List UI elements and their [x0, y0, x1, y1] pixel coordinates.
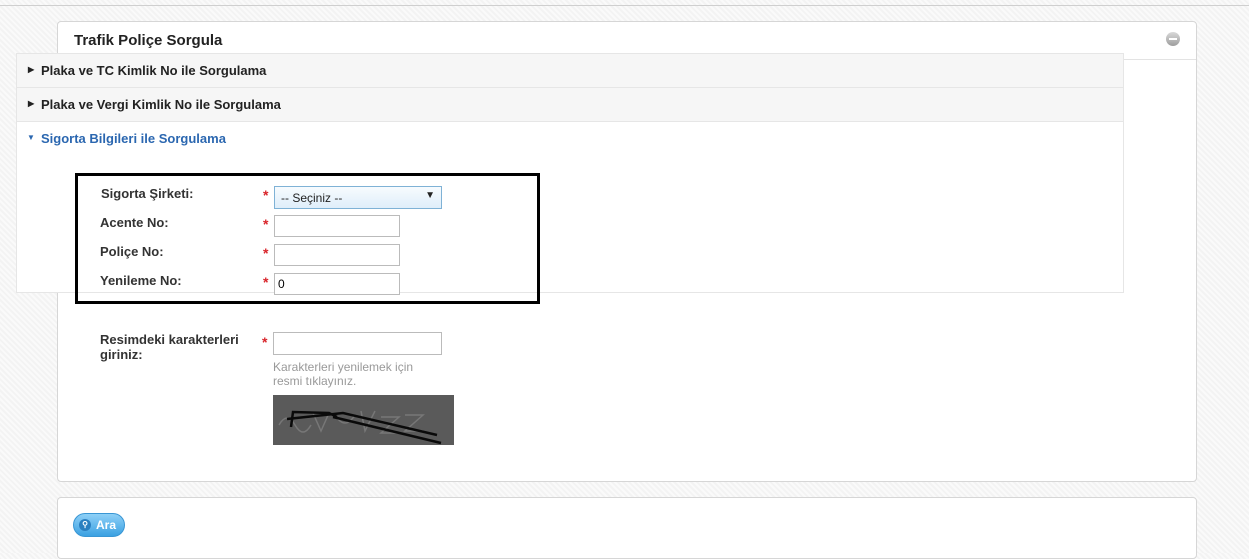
captcha-hint: Karakterleri yenilemek için resmi tıklay…: [273, 360, 414, 388]
captcha-label-line1: Resimdeki karakterleri: [100, 332, 239, 347]
actions-panel: [57, 497, 1197, 559]
accordion-item-sigorta[interactable]: ▼ Sigorta Bilgileri ile Sorgulama: [17, 122, 1123, 156]
search-button-label: Ara: [96, 518, 117, 532]
accordion-item-label: Sigorta Bilgileri ile Sorgulama: [41, 131, 226, 146]
panel-title: Trafik Poliçe Sorgula: [74, 32, 223, 49]
caret-down-icon: ▼: [27, 133, 35, 142]
acente-no-label: Acente No:: [100, 215, 169, 230]
collapse-icon[interactable]: [1166, 32, 1180, 46]
accordion-item-label: Plaka ve TC Kimlik No ile Sorgulama: [41, 63, 267, 78]
captcha-label-line2: giriniz:: [100, 347, 143, 362]
sigorta-sirketi-select[interactable]: -- Seçiniz -- ▼: [274, 186, 442, 209]
captcha-input[interactable]: [273, 332, 442, 355]
search-button[interactable]: ⚲ Ara: [73, 513, 125, 537]
captcha-image[interactable]: [273, 395, 454, 445]
select-value: -- Seçiniz --: [281, 191, 343, 205]
search-icon: ⚲: [79, 519, 91, 531]
captcha-label: Resimdeki karakterleri giriniz:: [100, 332, 239, 362]
required-marker: *: [263, 216, 269, 232]
sigorta-sirketi-label: Sigorta Şirketi:: [101, 186, 194, 201]
required-marker: *: [263, 187, 269, 203]
yenileme-no-label: Yenileme No:: [100, 273, 182, 288]
police-no-input[interactable]: [274, 244, 400, 266]
accordion-item-label: Plaka ve Vergi Kimlik No ile Sorgulama: [41, 97, 281, 112]
required-marker: *: [263, 274, 269, 290]
caret-right-icon: ▶: [28, 99, 35, 108]
police-no-label: Poliçe No:: [100, 244, 164, 259]
chevron-down-icon: ▼: [425, 190, 435, 201]
caret-right-icon: ▶: [28, 65, 35, 74]
acente-no-input[interactable]: [274, 215, 400, 237]
top-divider: [0, 5, 1249, 6]
yenileme-no-input[interactable]: [274, 273, 400, 295]
required-marker: *: [262, 334, 268, 350]
accordion-item-tc[interactable]: ▶ Plaka ve TC Kimlik No ile Sorgulama: [17, 54, 1123, 88]
captcha-graphic: [273, 395, 454, 445]
accordion-item-vergi[interactable]: ▶ Plaka ve Vergi Kimlik No ile Sorgulama: [17, 88, 1123, 122]
required-marker: *: [263, 245, 269, 261]
